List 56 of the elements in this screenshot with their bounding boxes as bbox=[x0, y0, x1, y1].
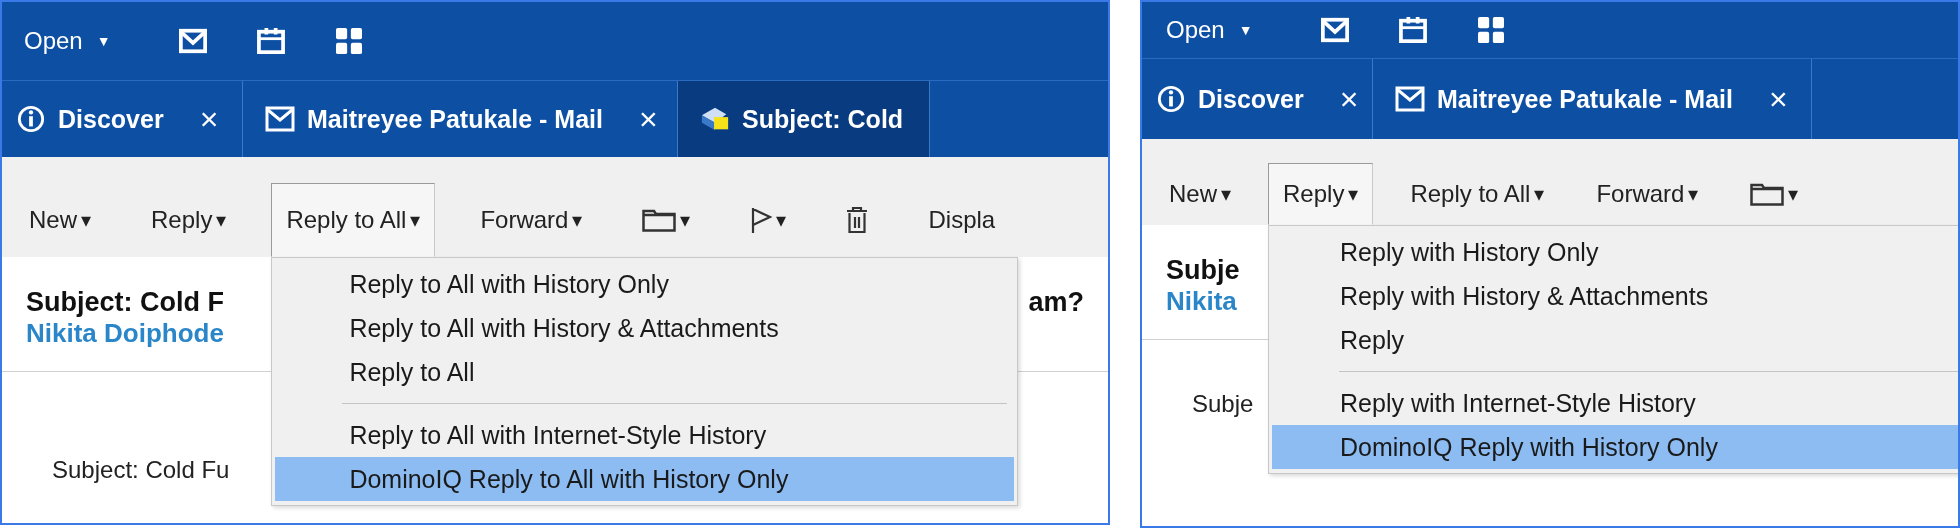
sender-link[interactable]: Nikita Doiphode bbox=[26, 318, 224, 348]
sender-link[interactable]: Nikita bbox=[1166, 286, 1237, 316]
open-menu-button[interactable]: Open ▼ bbox=[1166, 16, 1253, 44]
folder-menu-button[interactable]: ▾ bbox=[1735, 163, 1814, 225]
memo-icon bbox=[700, 105, 730, 133]
toolbar-menu-button[interactable]: Reply ▾ bbox=[136, 183, 242, 257]
toolbar-menu-button[interactable]: Reply ▾ bbox=[1268, 163, 1374, 225]
menu-item[interactable]: DominoIQ Reply to All with History Only bbox=[275, 457, 1015, 501]
message-body-text: Subject: Cold Fu bbox=[52, 456, 230, 484]
flag-menu-button[interactable]: ▾ bbox=[735, 183, 802, 257]
flag-icon bbox=[750, 206, 773, 234]
apps-grid-icon[interactable] bbox=[334, 28, 363, 54]
open-menu-button[interactable]: Open ▼ bbox=[24, 27, 111, 55]
menu-item[interactable]: Reply to All with Internet-Style History bbox=[275, 413, 1015, 457]
info-icon bbox=[16, 105, 46, 133]
mail-icon[interactable] bbox=[1320, 17, 1349, 43]
close-icon[interactable]: × bbox=[638, 100, 658, 138]
folder-icon bbox=[1750, 182, 1785, 206]
tab[interactable]: Subject: Cold bbox=[678, 81, 931, 157]
trash-icon bbox=[846, 206, 869, 234]
menu-item[interactable]: Reply with History Only bbox=[1272, 230, 1958, 274]
menu-item[interactable]: Reply bbox=[1272, 318, 1958, 362]
message-subject-end: am? bbox=[1028, 287, 1084, 318]
calendar-icon[interactable] bbox=[1398, 17, 1427, 43]
tab-label: Maitreyee Patukale - Mail bbox=[1437, 84, 1733, 114]
close-icon[interactable]: × bbox=[199, 100, 219, 138]
folder-menu-button[interactable]: ▾ bbox=[627, 183, 706, 257]
tab-label: Maitreyee Patukale - Mail bbox=[307, 104, 603, 134]
toolbar-menu-button[interactable]: Reply to All ▾ bbox=[1395, 163, 1560, 225]
mail-icon[interactable] bbox=[178, 28, 207, 54]
mail-icon bbox=[1395, 85, 1425, 113]
message-subject: Subje bbox=[1166, 255, 1240, 286]
message-body-text: Subje bbox=[1192, 390, 1254, 418]
toolbar-menu-button[interactable]: Reply to All ▾ bbox=[271, 183, 436, 257]
calendar-icon[interactable] bbox=[256, 28, 285, 54]
toolbar-menu-button[interactable]: New ▾ bbox=[1154, 163, 1246, 225]
tab-label: Discover bbox=[58, 104, 164, 134]
tab-label: Discover bbox=[1198, 84, 1304, 114]
close-icon[interactable]: × bbox=[1339, 80, 1359, 118]
menu-item[interactable]: Reply to All with History & Attachments bbox=[275, 306, 1015, 350]
menu-item[interactable]: DominoIQ Reply with History Only bbox=[1272, 425, 1958, 469]
menu-item[interactable]: Reply to All with History Only bbox=[275, 262, 1015, 306]
info-icon bbox=[1156, 85, 1186, 113]
menu-item[interactable]: Reply to All bbox=[275, 350, 1015, 394]
menu-item[interactable]: Reply with Internet-Style History bbox=[1272, 381, 1958, 425]
toolbar-menu-button[interactable]: New ▾ bbox=[14, 183, 106, 257]
display-button[interactable]: Displa bbox=[913, 183, 1011, 257]
tab-label: Subject: Cold bbox=[742, 104, 904, 134]
message-subject: Subject: Cold F bbox=[26, 287, 224, 318]
folder-icon bbox=[642, 208, 677, 232]
apps-grid-icon[interactable] bbox=[1476, 17, 1505, 43]
toolbar-menu-button[interactable]: Forward ▾ bbox=[465, 183, 598, 257]
close-icon[interactable]: × bbox=[1768, 80, 1788, 118]
mail-icon bbox=[265, 105, 295, 133]
toolbar-menu-button[interactable]: Forward ▾ bbox=[1581, 163, 1714, 225]
menu-item[interactable]: Reply with History & Attachments bbox=[1272, 274, 1958, 318]
